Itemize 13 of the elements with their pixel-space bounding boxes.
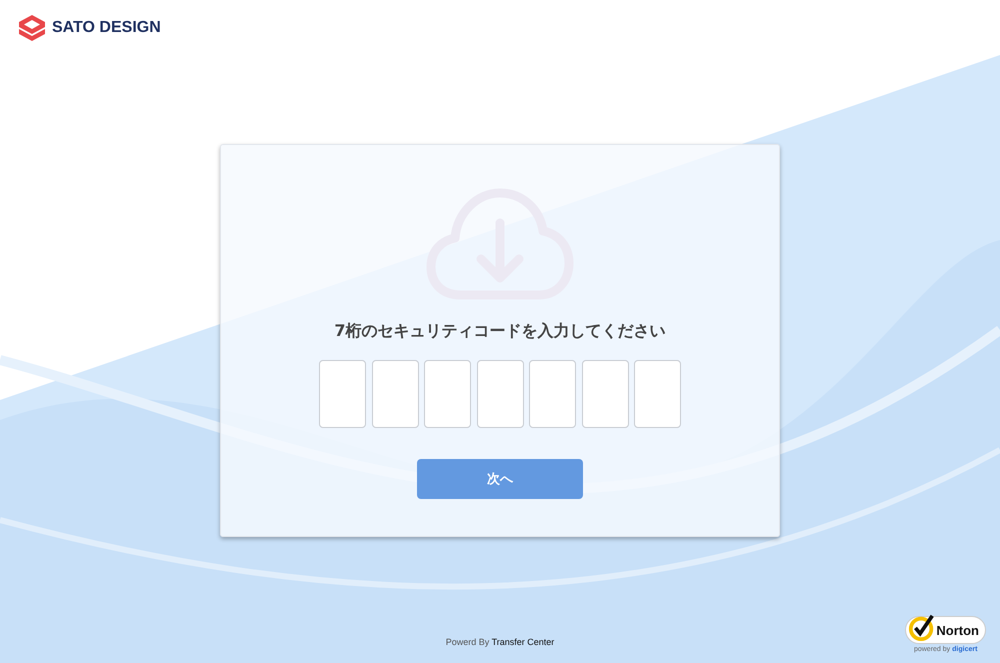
code-digit-field[interactable] (476, 360, 524, 428)
code-digit-field[interactable] (424, 360, 471, 428)
norton-text: Norton (936, 622, 979, 638)
code-digit-field[interactable] (634, 360, 681, 428)
card-title: 7桁のセキュリティコードを入力してください (334, 321, 666, 342)
code-digit-field[interactable] (372, 360, 418, 428)
code-digit-field[interactable] (529, 360, 576, 428)
code-digit-field[interactable] (582, 360, 628, 428)
code-digit-field[interactable] (319, 360, 366, 428)
logo-icon (18, 14, 46, 42)
footer-text: Powerd By Transfer Center (446, 637, 554, 647)
brand-name: SATO DESIGN (52, 19, 161, 37)
next-button[interactable]: 次へ (417, 459, 583, 499)
